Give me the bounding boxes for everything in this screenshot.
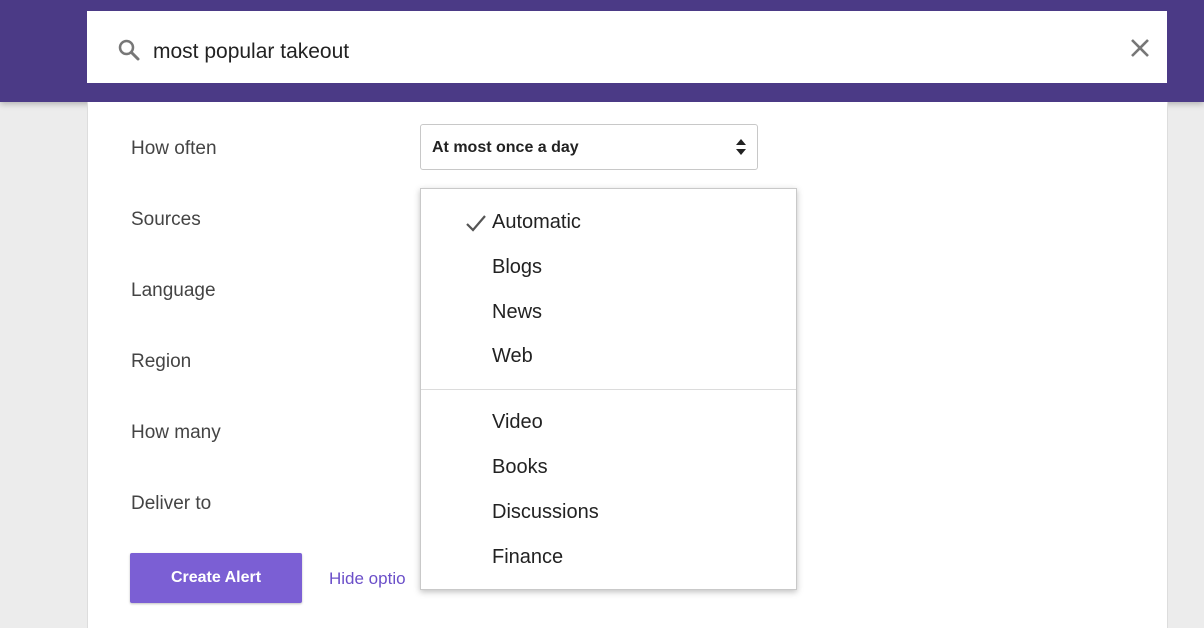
option-video[interactable]: Video (492, 411, 543, 434)
option-books[interactable]: Books (492, 456, 548, 479)
search-box[interactable]: most popular takeout (87, 11, 1167, 83)
label-how-often: How often (131, 138, 217, 159)
label-how-many: How many (131, 422, 221, 443)
top-bar: most popular takeout (0, 0, 1204, 102)
menu-divider (421, 389, 796, 390)
option-automatic[interactable]: Automatic (492, 211, 581, 234)
how-often-value: At most once a day (432, 139, 579, 156)
label-sources: Sources (131, 209, 201, 230)
label-region: Region (131, 351, 192, 372)
option-news[interactable]: News (492, 301, 542, 324)
check-icon (466, 215, 486, 232)
hide-options-link[interactable]: Hide optio (329, 569, 406, 589)
option-finance[interactable]: Finance (492, 546, 563, 569)
how-often-select[interactable]: At most once a day (420, 124, 758, 170)
option-discussions[interactable]: Discussions (492, 501, 599, 524)
select-arrows-icon (736, 139, 746, 155)
close-icon[interactable] (1129, 37, 1151, 59)
sources-dropdown-menu: Automatic Blogs News Web Video Books Dis… (420, 188, 797, 590)
create-alert-button[interactable]: Create Alert (130, 553, 302, 603)
search-query[interactable]: most popular takeout (153, 40, 349, 64)
label-deliver-to: Deliver to (131, 493, 212, 514)
option-web[interactable]: Web (492, 345, 533, 368)
label-language: Language (131, 280, 216, 301)
option-blogs[interactable]: Blogs (492, 256, 542, 279)
search-icon (118, 39, 140, 61)
